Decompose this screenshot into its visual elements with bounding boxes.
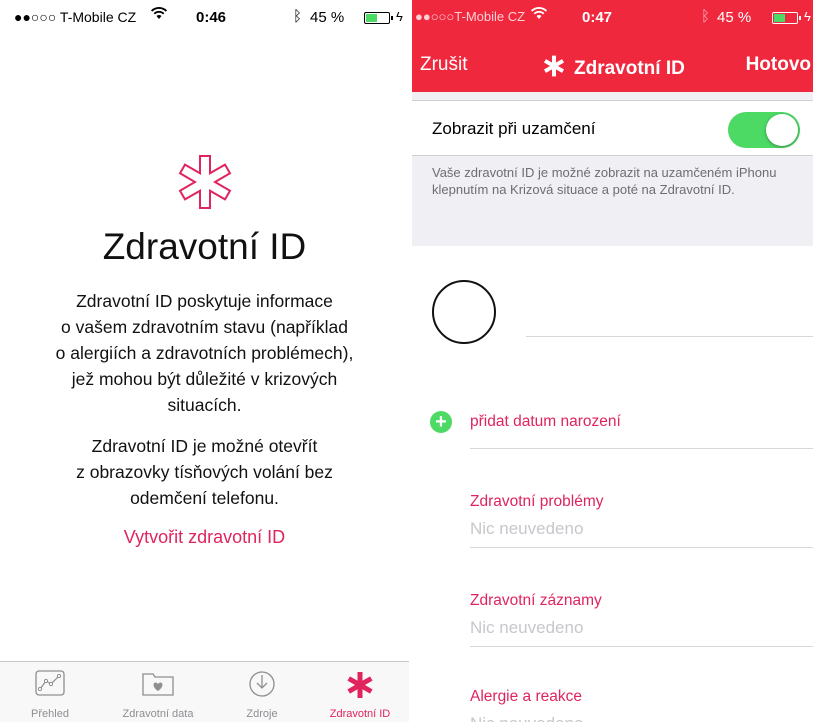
tab-label: Zdravotní ID [329, 708, 391, 720]
intro-text-line: o vašem zdravotním stavu (například [61, 317, 348, 337]
divider [470, 547, 813, 548]
done-button[interactable]: Hotovo [746, 54, 811, 76]
battery-percent: 45 % [717, 9, 752, 26]
tab-sources[interactable]: Zdroje [222, 662, 302, 722]
medical-notes-value[interactable]: Nic neuvedeno [470, 618, 583, 638]
medical-asterisk-icon [345, 670, 375, 705]
tab-health-data[interactable]: Zdravotní data [104, 662, 212, 722]
cancel-button[interactable]: Zrušit [420, 54, 468, 76]
add-birthdate-row[interactable]: + přidat datum narození [430, 407, 621, 437]
intro-text-line: jež mohou být důležité v krizových [71, 369, 338, 389]
medical-id-asterisk-icon [173, 150, 237, 214]
nav-title: Zdravotní ID [542, 54, 685, 84]
wifi-icon [530, 6, 548, 24]
medical-notes-label[interactable]: Zdravotní záznamy [470, 592, 602, 610]
add-birthdate-label: přidat datum narození [470, 413, 621, 430]
intro-paragraph-2: Zdravotní ID je možné otevřít z obrazovk… [0, 433, 409, 511]
bluetooth-icon: ᛒ [701, 8, 711, 25]
wifi-icon [150, 6, 168, 24]
intro-paragraph-1: Zdravotní ID poskytuje informace o vašem… [0, 288, 409, 418]
intro-text-line: z obrazovky tísňových volání bez [76, 462, 333, 482]
tab-medical-id[interactable]: Zdravotní ID [312, 662, 408, 722]
divider [470, 448, 813, 449]
sources-download-icon [248, 670, 276, 703]
intro-text-line: Zdravotní ID je možné otevřít [91, 436, 318, 456]
clock: 0:46 [196, 9, 227, 26]
add-plus-icon: + [430, 411, 452, 433]
charging-bolt-icon: ϟ [804, 9, 811, 24]
show-when-locked-toggle[interactable] [728, 112, 800, 148]
show-when-locked-label: Zobrazit při uzamčení [432, 119, 596, 138]
carrier-label: ●●○○○T-Mobile CZ [415, 9, 526, 24]
intro-text-line: situacích. [167, 395, 242, 415]
medical-asterisk-icon [542, 54, 566, 84]
divider [470, 646, 813, 647]
show-when-locked-row: Zobrazit při uzamčení [412, 100, 813, 156]
create-medical-id-link[interactable]: Vytvořit zdravotní ID [0, 527, 409, 548]
intro-screen: ●●○○○ T-Mobile CZ 0:46 ᛒ 45 % ϟ Zdravotn… [0, 0, 409, 722]
carrier-label: ●●○○○ T-Mobile CZ [14, 9, 137, 25]
medical-conditions-value[interactable]: Nic neuvedeno [470, 519, 583, 539]
dashboard-chart-icon [35, 670, 65, 701]
clock: 0:47 [582, 9, 613, 26]
bluetooth-icon: ᛒ [293, 8, 303, 25]
intro-text-line: odemčení telefonu. [130, 488, 279, 508]
allergies-value[interactable]: Nic neuvedeno [470, 714, 583, 722]
nav-bar: ●●○○○T-Mobile CZ 0:47 ᛒ 45 % ϟ Zrušit Zd… [412, 0, 813, 92]
status-bar: ●●○○○T-Mobile CZ 0:47 ᛒ 45 % ϟ [412, 0, 813, 34]
name-field[interactable] [526, 336, 813, 337]
tab-overview[interactable]: Přehled [8, 662, 92, 722]
tab-bar: Přehled Zdravotní data Zdroje Zdravotní … [0, 661, 409, 722]
allergies-label[interactable]: Alergie a reakce [470, 688, 582, 706]
nav-title-text: Zdravotní ID [574, 58, 685, 79]
avatar[interactable] [432, 280, 496, 344]
page-title: Zdravotní ID [102, 226, 307, 267]
status-bar: ●●○○○ T-Mobile CZ 0:46 ᛒ 45 % ϟ [0, 0, 409, 34]
tab-label: Přehled [31, 708, 69, 720]
charging-bolt-icon: ϟ [396, 9, 403, 24]
intro-text-line: o alergiích a zdravotních problémech), [55, 343, 354, 363]
battery-icon [364, 12, 393, 24]
medical-id-edit-screen: ●●○○○T-Mobile CZ 0:47 ᛒ 45 % ϟ Zrušit Zd… [412, 0, 813, 722]
battery-icon [772, 12, 801, 24]
medical-conditions-label[interactable]: Zdravotní problémy [470, 493, 604, 511]
intro-text-line: Zdravotní ID poskytuje informace [76, 291, 333, 311]
tab-label: Zdravotní data [122, 708, 194, 720]
tab-label: Zdroje [246, 708, 278, 720]
lock-screen-note: Vaše zdravotní ID je možné zobrazit na u… [432, 165, 777, 197]
health-data-folder-icon [141, 670, 175, 701]
battery-percent: 45 % [310, 9, 345, 26]
